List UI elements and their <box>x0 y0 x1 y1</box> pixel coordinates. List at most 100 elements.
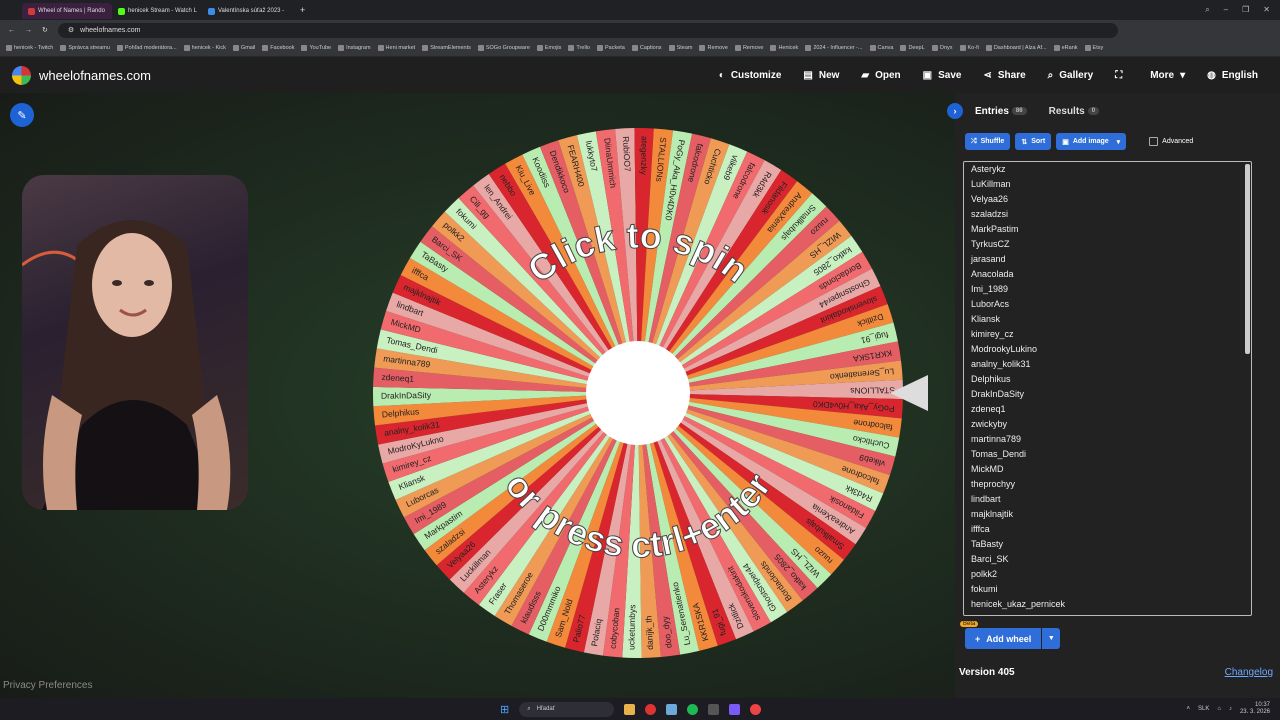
volume-icon[interactable]: ♪ <box>1229 706 1232 712</box>
bookmark-item[interactable]: Instagram <box>338 45 371 51</box>
spotify-icon[interactable] <box>687 703 699 715</box>
nav-english-button[interactable]: ◍ English <box>1207 70 1258 81</box>
entries-scrollbar[interactable] <box>1245 164 1250 354</box>
bookmark-item[interactable]: Captions <box>631 45 662 51</box>
bookmark-item[interactable]: Henicek <box>770 45 798 51</box>
bookmark-item[interactable]: Gmail <box>232 45 255 51</box>
add-wheel-group: Beta + Add wheel ▼ <box>960 621 1061 649</box>
collapse-sidebar-button[interactable]: › <box>947 103 963 119</box>
bookmark-favicon-icon <box>568 45 575 51</box>
minimize-button[interactable]: – <box>1224 5 1228 15</box>
wheel-container[interactable]: STALLIONs PoGy_Aka_H0v4DK0 falcodrone Cucht… <box>368 123 928 663</box>
nav-more-button[interactable]: More ▾ <box>1150 70 1185 81</box>
bookmark-item[interactable]: DeepL <box>900 45 925 51</box>
bookmark-item[interactable]: eRank <box>1053 45 1078 51</box>
shuffle-button[interactable]: ⤮ Shuffle <box>965 133 1011 150</box>
tab-results[interactable]: Results 0 <box>1049 106 1100 117</box>
bookmark-item[interactable]: Emojis <box>536 45 561 51</box>
bookmark-item[interactable]: Dashboard | Alza Af... <box>985 45 1047 51</box>
streamer-webcam-image <box>22 220 231 510</box>
bookmark-item[interactable]: 2024 - Influencer -... <box>805 45 863 51</box>
opera-browser-icon[interactable] <box>645 703 657 715</box>
app-icon[interactable] <box>708 703 720 715</box>
add-wheel-button[interactable]: + Add wheel <box>965 628 1042 649</box>
advanced-checkbox[interactable] <box>1149 137 1159 146</box>
browser-tab[interactable]: Wheel of Names | Rando <box>22 3 112 19</box>
entry-line: Delphikus <box>971 374 1011 384</box>
nav-save-button[interactable]: ▣ Save <box>923 70 962 81</box>
bookmark-item[interactable]: SOGo Groupware <box>477 45 530 51</box>
entry-line: jarasand <box>971 254 1006 264</box>
system-tray: ˄ SLK ⌂ ♪ 10:37 23. 3. 2026 <box>1186 702 1270 716</box>
back-icon[interactable]: ← <box>8 27 15 34</box>
nav-new-button[interactable]: ▤ New <box>803 70 839 81</box>
discord-icon[interactable] <box>729 703 741 715</box>
wheel-center[interactable] <box>586 341 690 445</box>
close-window-button[interactable]: ✕ <box>1263 5 1270 15</box>
clock[interactable]: 10:37 23. 3. 2026 <box>1240 702 1270 716</box>
tray-chevron-icon[interactable]: ˄ <box>1186 706 1190 712</box>
chevron-right-icon: › <box>953 106 957 116</box>
bookmark-item[interactable]: Remove <box>699 45 728 51</box>
bookmark-item[interactable]: Canva <box>869 45 893 51</box>
nav-share-button[interactable]: ⋖ Share <box>983 70 1025 81</box>
browser-tab[interactable]: henicek Stream - Watch L <box>112 3 202 19</box>
windows-start-icon[interactable]: ⊞ <box>500 703 509 716</box>
reload-icon[interactable]: ↻ <box>42 26 48 34</box>
entry-line: DrakInDaSity <box>971 389 1025 399</box>
entries-textarea[interactable]: Asterykz LuKillman Velyaa26 szaladzsi MarkPa… <box>963 161 1252 616</box>
network-icon[interactable]: ⌂ <box>1217 706 1221 712</box>
nav-fullscreen-button[interactable]: ⛶ <box>1115 70 1128 81</box>
chrome-icon[interactable] <box>750 703 762 715</box>
privacy-preferences-link[interactable]: Privacy Preferences <box>3 680 92 691</box>
language-indicator[interactable]: SLK <box>1198 706 1209 712</box>
taskbar-search[interactable]: ⌕ Hľadať <box>519 701 615 717</box>
sort-icon: ⇅ <box>1021 138 1028 146</box>
add-wheel-dropdown[interactable]: ▼ <box>1042 628 1061 649</box>
site-info-icon[interactable]: ⚙ <box>68 26 74 34</box>
bookmark-item[interactable]: Steam <box>668 45 692 51</box>
wheel-slice-label: STALLIONs <box>850 385 895 396</box>
search-icon: ⌕ <box>1047 69 1054 81</box>
maximize-button[interactable]: ❐ <box>1242 5 1249 15</box>
bookmark-item[interactable]: henicek - Kick <box>183 45 226 51</box>
add-image-button[interactable]: ▣ Add image ▾ <box>1056 133 1127 150</box>
bookmark-item[interactable]: Etsy <box>1084 45 1103 51</box>
fullscreen-icon: ⛶ <box>1115 69 1123 81</box>
search-tabs-icon[interactable]: ⌕ <box>1205 5 1209 15</box>
bookmark-item[interactable]: YouTube <box>301 45 331 51</box>
steam-icon[interactable] <box>666 703 678 715</box>
bookmark-item[interactable]: Remove <box>734 45 763 51</box>
nav-gallery-button[interactable]: ⌕ Gallery <box>1048 70 1094 81</box>
nav-open-button[interactable]: ▰ Open <box>861 70 900 81</box>
bookmark-item[interactable]: Packeta <box>596 45 625 51</box>
name-wheel[interactable]: STALLIONsPoGy_Aka_H0v4DK0falcodroneCucht… <box>368 123 928 663</box>
bookmark-item[interactable]: henicek - Twitch <box>6 45 53 51</box>
sort-button[interactable]: ⇅ Sort <box>1015 133 1052 150</box>
url-field[interactable]: ⚙ wheelofnames.com <box>57 22 1118 38</box>
bookmark-favicon-icon <box>985 45 992 51</box>
tab-entries[interactable]: Entries 86 <box>975 106 1027 117</box>
bookmark-item[interactable]: StreamElements <box>422 45 471 51</box>
entry-line: TyrkusCZ <box>971 239 1010 249</box>
edit-pencil-button[interactable]: ✎ <box>10 103 34 127</box>
bookmark-item[interactable]: Pohľad moderátora... <box>116 45 177 51</box>
file-explorer-icon[interactable] <box>624 703 636 715</box>
bookmark-item[interactable]: Správca streamu <box>60 45 110 51</box>
bookmark-favicon-icon <box>931 45 938 51</box>
browser-tab[interactable]: Valentínska súťaž 2023 - <box>202 3 292 19</box>
window-controls: ⌕ – ❐ ✕ <box>1205 5 1280 15</box>
bookmark-item[interactable]: Heni market <box>377 45 415 51</box>
new-tab-button[interactable]: + <box>300 5 305 15</box>
bookmark-item[interactable]: Onyx <box>931 45 953 51</box>
nav-customize-button[interactable]: ◐ Customize <box>719 70 782 81</box>
bookmark-item[interactable]: Ko-fi <box>959 45 979 51</box>
bookmark-item[interactable]: Facebook <box>262 45 294 51</box>
site-logo[interactable]: wheelofnames.com <box>0 65 151 85</box>
advanced-toggle[interactable]: Advanced <box>1149 137 1193 146</box>
bookmark-item[interactable]: Trello <box>568 45 590 51</box>
changelog-link[interactable]: Changelog <box>1225 667 1273 678</box>
forward-icon[interactable]: → <box>25 27 32 34</box>
tab-favicon-icon <box>118 7 125 15</box>
entry-line: LuborAcs <box>971 299 1010 309</box>
